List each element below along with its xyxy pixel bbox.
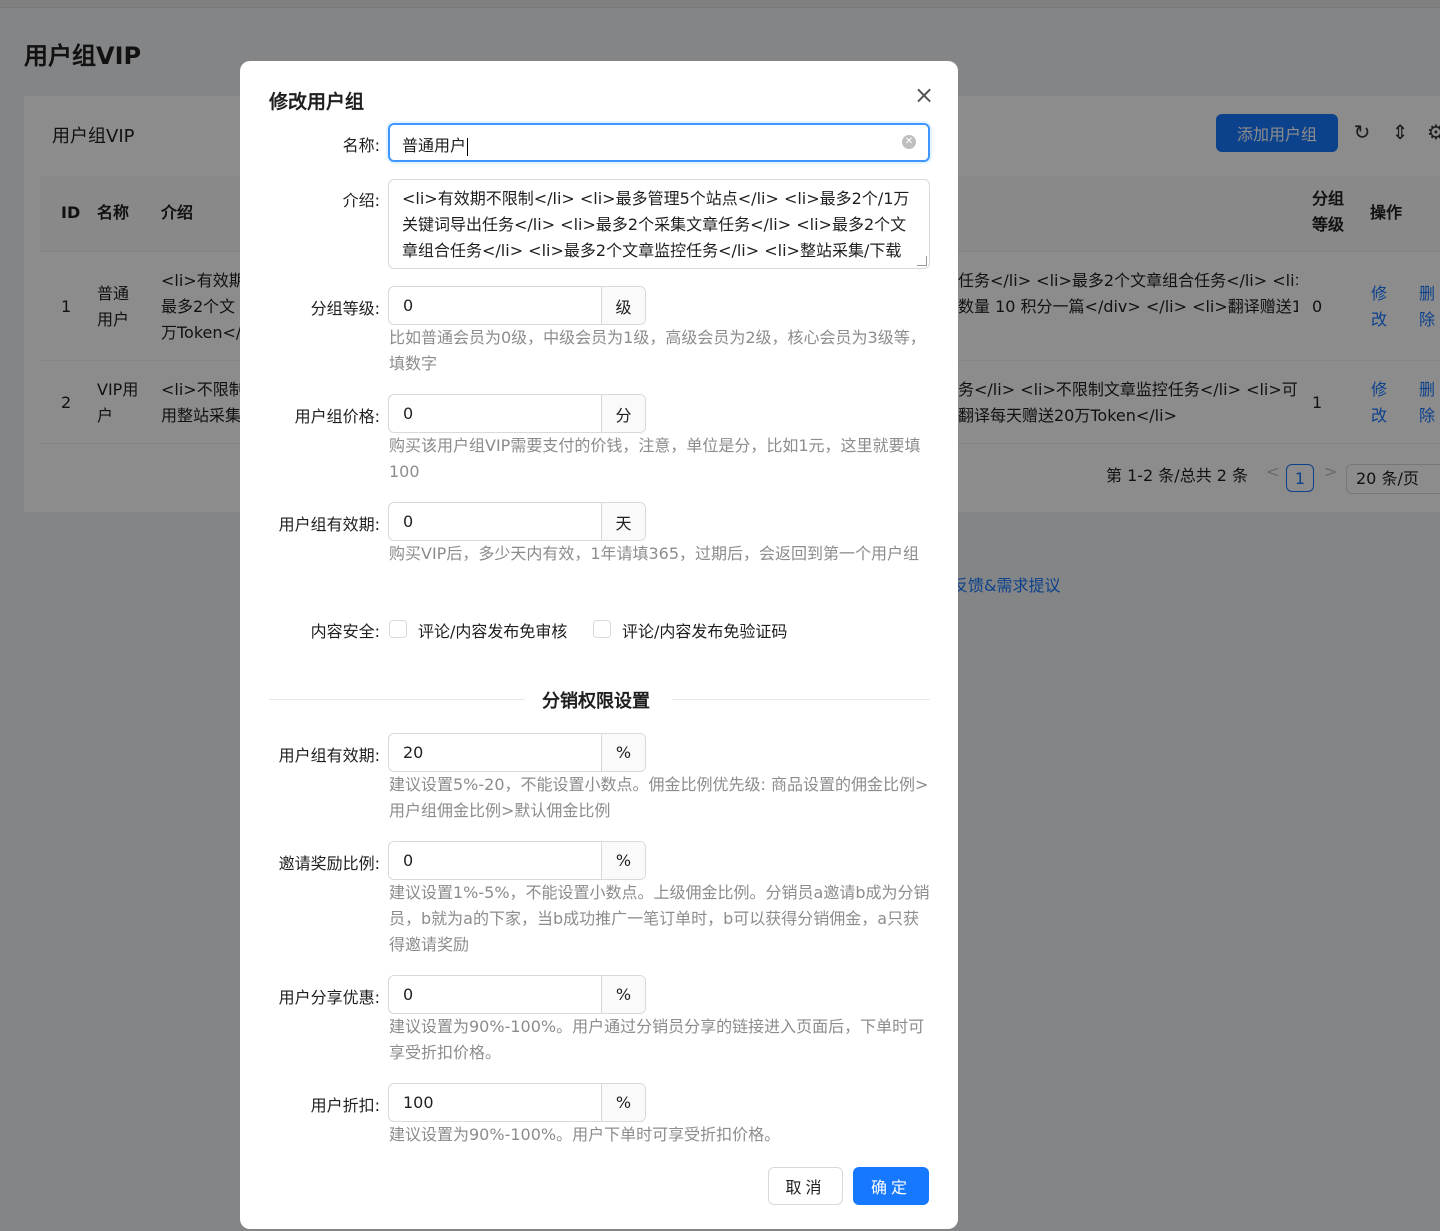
invite-input[interactable]: 0 % [388, 841, 646, 880]
validity-unit: 天 [601, 503, 645, 540]
edit-user-group-modal: 修改用户组 × 名称: 普通用户 ✕ 介绍: <li>有效期不限制</li> <… [240, 61, 958, 1229]
level-input-value: 0 [403, 296, 414, 315]
no-captcha-checkbox[interactable] [593, 620, 611, 638]
discount-input-value: 100 [403, 1093, 434, 1112]
name-input[interactable]: 普通用户 ✕ [388, 123, 930, 162]
level-help: 比如普通会员为0级，中级会员为1级，高级会员为2级，核心会员为3级等，填数字 [389, 328, 926, 373]
name-input-text: 普通用户 [402, 136, 467, 155]
modal-title: 修改用户组 [269, 91, 365, 113]
intro-label: 介绍: [342, 191, 380, 210]
commission-label: 用户组有效期: [278, 746, 380, 765]
invite-input-value: 0 [403, 851, 414, 870]
cancel-button[interactable]: 取消 [768, 1167, 843, 1205]
price-label: 用户组价格: [294, 407, 380, 426]
price-input-value: 0 [403, 404, 414, 423]
divider-right [672, 699, 930, 700]
commission-unit: % [601, 734, 645, 771]
share-unit: % [601, 976, 645, 1013]
no-captcha-checkbox-label[interactable]: 评论/内容发布免验证码 [622, 618, 787, 642]
price-help: 购买该用户组VIP需要支付的价钱，注意，单位是分，比如1元，这里就要填100 [389, 436, 921, 481]
divider-left [269, 699, 525, 700]
invite-label: 邀请奖励比例: [278, 854, 380, 873]
share-help: 建议设置为90%-100%。用户通过分销员分享的链接进入页面后，下单时可享受折扣… [389, 1017, 925, 1062]
ok-button[interactable]: 确定 [853, 1167, 929, 1205]
intro-textarea-value: <li>有效期不限制</li> <li>最多管理5个站点</li> <li>最多… [402, 189, 910, 268]
distribution-section-title: 分销权限设置 [542, 691, 650, 712]
invite-unit: % [601, 842, 645, 879]
discount-unit: % [601, 1084, 645, 1121]
discount-help: 建议设置为90%-100%。用户下单时可享受折扣价格。 [389, 1125, 781, 1144]
commission-input[interactable]: 20 % [388, 733, 646, 772]
resize-handle-icon[interactable] [917, 256, 927, 266]
name-input-value: 普通用户 [402, 132, 469, 156]
name-label: 名称: [342, 136, 380, 155]
no-review-checkbox[interactable] [389, 620, 407, 638]
level-label: 分组等级: [310, 299, 380, 318]
clear-icon[interactable]: ✕ [902, 135, 916, 149]
intro-textarea[interactable]: <li>有效期不限制</li> <li>最多管理5个站点</li> <li>最多… [388, 179, 930, 269]
invite-help: 建议设置1%-5%，不能设置小数点。上级佣金比例。分销员a邀请b成为分销员，b就… [389, 883, 930, 954]
text-caret [467, 137, 469, 156]
discount-label: 用户折扣: [310, 1096, 380, 1115]
validity-help: 购买VIP后，多少天内有效，1年请填365，过期后，会返回到第一个用户组 [389, 544, 920, 563]
commission-input-value: 20 [403, 743, 424, 762]
level-input[interactable]: 0 级 [388, 286, 646, 325]
price-input[interactable]: 0 分 [388, 394, 646, 433]
share-input[interactable]: 0 % [388, 975, 646, 1014]
level-unit: 级 [601, 287, 645, 324]
price-unit: 分 [601, 395, 645, 432]
no-review-checkbox-label[interactable]: 评论/内容发布免审核 [418, 618, 567, 642]
validity-input-value: 0 [403, 512, 414, 531]
validity-label: 用户组有效期: [278, 515, 380, 534]
share-input-value: 0 [403, 985, 414, 1004]
close-icon[interactable]: × [912, 83, 936, 107]
security-label: 内容安全: [310, 622, 380, 641]
share-label: 用户分享优惠: [278, 988, 380, 1007]
commission-help: 建议设置5%-20，不能设置小数点。佣金比例优先级: 商品设置的佣金比例>用户组… [389, 775, 929, 820]
discount-input[interactable]: 100 % [388, 1083, 646, 1122]
validity-input[interactable]: 0 天 [388, 502, 646, 541]
